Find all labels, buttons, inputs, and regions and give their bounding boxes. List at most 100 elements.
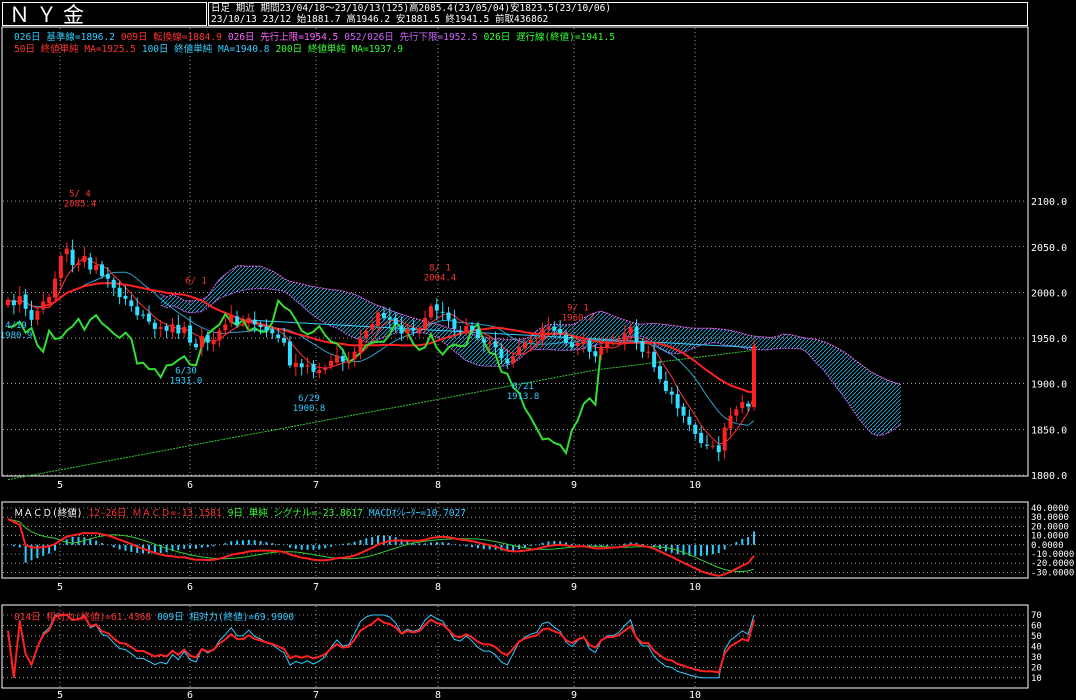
- candle-body: [540, 328, 545, 340]
- x-tick-label: 6: [187, 690, 193, 700]
- candle-body: [705, 444, 710, 446]
- candle-body: [329, 360, 334, 367]
- annotation-value: 1900.8: [293, 404, 326, 414]
- candle-body: [370, 324, 375, 330]
- candle-body: [47, 296, 52, 304]
- candle-body: [340, 355, 345, 362]
- candle-body: [640, 340, 645, 352]
- candle-body: [76, 263, 81, 266]
- candle-body: [699, 432, 704, 444]
- candle-body: [135, 306, 140, 316]
- x-tick-label: 9: [571, 690, 577, 700]
- legend-entry: 100日 終値単純 MA=1940.8: [141, 44, 270, 55]
- candle-body: [652, 351, 657, 368]
- candle-body: [258, 324, 263, 328]
- candle-body: [658, 366, 663, 380]
- candle-body: [217, 330, 222, 341]
- y-tick-label: 1850.0: [1031, 425, 1067, 436]
- x-tick-label: 10: [689, 690, 701, 700]
- candle-body: [411, 327, 416, 331]
- candle-body: [176, 324, 181, 334]
- candle-body: [82, 255, 87, 263]
- annotation-date: 8/21: [512, 382, 534, 392]
- candle-body: [64, 248, 69, 255]
- candle-body: [229, 315, 234, 323]
- candle-body: [417, 328, 422, 333]
- x-tick-label: 9: [571, 480, 577, 491]
- legend-entry: 014日 相対力(終値)=61.4368: [14, 612, 152, 623]
- candle-body: [223, 324, 228, 331]
- candle-body: [358, 338, 363, 353]
- x-tick-label: 5: [57, 480, 63, 491]
- candle-body: [58, 255, 63, 279]
- candle-body: [129, 300, 134, 307]
- candle-body: [293, 362, 298, 368]
- candle-body: [740, 401, 745, 409]
- candle-body: [622, 333, 627, 342]
- candle-body: [446, 312, 451, 320]
- annotation-date: 6/30: [175, 366, 197, 376]
- candle-body: [517, 347, 522, 355]
- candle-body: [205, 335, 210, 343]
- y-tick-label: 2050.0: [1031, 243, 1067, 254]
- candle-body: [434, 304, 439, 311]
- candle-body: [193, 343, 198, 348]
- candle-body: [464, 326, 469, 332]
- rsi-y-tick-label: 50: [1031, 632, 1042, 642]
- annotation-date: 8/ 1: [429, 263, 451, 273]
- candle-body: [376, 312, 381, 326]
- macd-x-ticks: 5 6 7 8 9 10: [57, 582, 701, 593]
- candle-body: [587, 340, 592, 352]
- candle-body: [581, 339, 586, 345]
- annotation-date: 5/ 4: [69, 189, 91, 199]
- candle-body: [428, 306, 433, 318]
- candle-body: [481, 339, 486, 343]
- rsi-y-tick-label: 40: [1031, 642, 1042, 652]
- candle-body: [146, 313, 151, 322]
- candle-body: [663, 380, 668, 392]
- annotation-value: 1913.8: [507, 392, 540, 402]
- candle-body: [287, 341, 292, 366]
- annotation-date: 9/ 1: [567, 304, 589, 314]
- candle-body: [35, 310, 40, 320]
- candle-body: [29, 309, 34, 320]
- candle-body: [270, 329, 275, 334]
- x-tick-label: 10: [689, 480, 701, 491]
- candle-body: [317, 370, 322, 373]
- candle-body: [628, 327, 633, 335]
- legend-entry: 200日 終値単純 MA=1937.9: [275, 44, 404, 55]
- candle-body: [299, 363, 304, 368]
- x-tick-label: 8: [435, 480, 441, 491]
- candle-body: [117, 287, 122, 297]
- candle-body: [381, 313, 386, 318]
- rsi-y-tick-label: 60: [1031, 621, 1042, 631]
- y-tick-label: 1900.0: [1031, 380, 1067, 391]
- candle-body: [334, 355, 339, 363]
- candle-body: [611, 342, 616, 344]
- candle-body: [528, 339, 533, 343]
- legend-entry: 12-26日 ＭＡＣＤ=-13.1581: [88, 508, 222, 519]
- candle-body: [634, 326, 639, 343]
- legend-entry: 026日 遅行線(終値)=1941.5: [483, 32, 615, 43]
- candle-body: [311, 363, 316, 372]
- candle-body: [458, 330, 463, 332]
- candle-body: [152, 322, 157, 329]
- candle-body: [475, 329, 480, 339]
- macd-y-tick-label: -30.0000: [1031, 568, 1074, 578]
- x-tick-label: 8: [435, 690, 441, 700]
- candle-body: [282, 338, 287, 343]
- rsi-x-ticks: 5 6 7 8 9 10: [57, 690, 701, 700]
- candle-body: [323, 367, 328, 371]
- annotation-date: 6/ 1: [185, 277, 207, 287]
- x-tick-label: 7: [313, 690, 319, 700]
- candle-body: [211, 339, 216, 345]
- candle-body: [94, 265, 99, 271]
- candle-body: [746, 403, 751, 407]
- legend-entry: ＭＡＣＤ(終値): [14, 508, 83, 519]
- candle-body: [41, 301, 46, 310]
- candle-body: [599, 347, 604, 355]
- candle-body: [734, 409, 739, 416]
- candle-body: [105, 274, 110, 279]
- annotation-value: 2004.4: [424, 273, 457, 283]
- candle-body: [158, 327, 163, 329]
